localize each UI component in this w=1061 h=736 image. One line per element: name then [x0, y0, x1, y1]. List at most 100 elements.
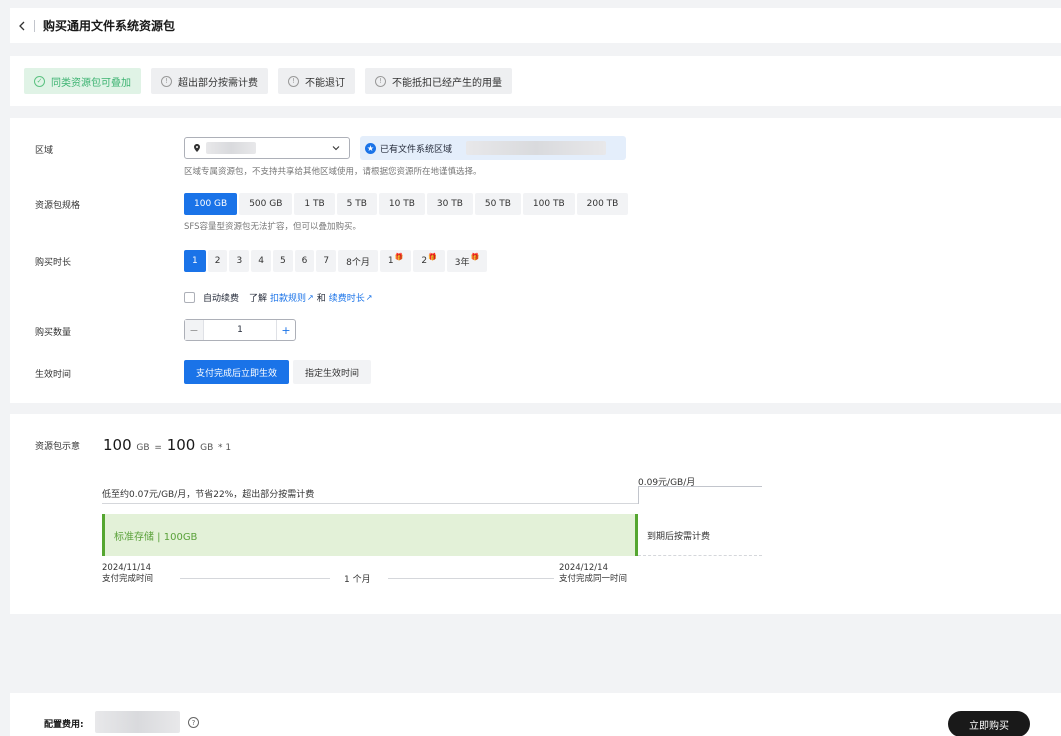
spec-option[interactable]: 500 GB [239, 193, 293, 215]
existing-region-redacted [466, 141, 607, 155]
timeline-line [388, 578, 554, 579]
spec-option[interactable]: 50 TB [474, 193, 521, 215]
tag-label: 不能退订 [305, 77, 345, 89]
region-value-redacted [206, 142, 256, 154]
info-circle-icon: ! [161, 75, 172, 87]
quantity-label: 购买数量 [35, 328, 72, 338]
duration-option[interactable]: 8个月 [338, 250, 378, 272]
duration-option-label: 3年 [454, 257, 470, 268]
spec-options: 100 GB 500 GB 1 TB 5 TB 10 TB 30 TB 50 T… [184, 193, 629, 215]
storage-bar-label: 标准存储 | 100GB [114, 531, 198, 543]
page-title: 购买通用文件系统资源包 [43, 19, 176, 33]
formula-total: 100 [103, 436, 132, 454]
duration-option-label: 2 [421, 256, 428, 266]
duration-option-year-2[interactable]: 2 🎁 [413, 250, 445, 272]
check-circle-icon: ✓ [34, 75, 45, 87]
duration-option[interactable]: 1 [184, 250, 206, 272]
price-step-line [638, 486, 639, 504]
divider [34, 19, 35, 32]
effective-options: 支付完成后立即生效 指定生效时间 [184, 360, 372, 384]
gift-icon: 🎁 [470, 253, 480, 261]
tag-no-deduct-past: ! 不能抵扣已经产生的用量 [365, 68, 512, 94]
timeline-line [180, 578, 330, 579]
storage-bar-end [635, 514, 638, 556]
thumb-up-icon: ★ [365, 142, 376, 154]
info-circle-icon: ! [375, 75, 386, 87]
region-label: 区域 [35, 146, 54, 156]
on-demand-price: 0.09元/GB/月 [638, 478, 696, 488]
renew-duration-link[interactable]: 续费时长 [329, 291, 365, 304]
tag-no-refund: ! 不能退订 [278, 68, 355, 94]
effective-specify-option[interactable]: 指定生效时间 [293, 360, 372, 384]
region-select[interactable] [184, 137, 350, 159]
formula-unit: GB [136, 443, 150, 453]
spec-option[interactable]: 30 TB [426, 193, 473, 215]
spec-option[interactable]: 10 TB [378, 193, 425, 215]
end-date: 2024/12/14 [559, 563, 608, 573]
help-icon[interactable]: ? [188, 717, 199, 728]
end-time: 2024/12/14 支付完成同一时间 [559, 563, 627, 585]
formula-eq: = [154, 443, 162, 453]
info-circle-icon: ! [288, 75, 299, 87]
capacity-formula: 100 GB = 100 GB * 1 [103, 436, 231, 454]
effective-label: 生效时间 [35, 370, 72, 380]
tag-label: 同类资源包可叠加 [51, 77, 131, 89]
increment-button[interactable]: + [277, 320, 295, 340]
diagram-label: 资源包示意 [35, 442, 81, 452]
spec-label: 资源包规格 [35, 201, 81, 211]
end-label: 支付完成同一时间 [559, 574, 628, 584]
duration-option[interactable]: 5 [272, 250, 293, 272]
tag-stackable: ✓ 同类资源包可叠加 [24, 68, 141, 94]
spec-option[interactable]: 5 TB [336, 193, 377, 215]
spec-option[interactable]: 100 TB [522, 193, 575, 215]
quantity-input[interactable]: 1 [203, 320, 277, 340]
storage-bar: 标准存储 | 100GB [102, 514, 638, 556]
external-link-icon: ↗ [307, 293, 314, 302]
quantity-stepper: − 1 + [184, 319, 296, 341]
config-fee-redacted [95, 711, 180, 733]
learn-prefix: 了解 [249, 294, 268, 304]
spec-option[interactable]: 100 GB [184, 193, 238, 215]
auto-renew-row: 自动续费 了解 扣款规则 ↗ 和 续费时长 ↗ [184, 291, 372, 304]
config-fee-label: 配置费用: [44, 720, 84, 730]
gift-icon: 🎁 [394, 253, 404, 261]
start-time: 2024/11/14 支付完成时间 [102, 563, 153, 585]
location-pin-icon [194, 144, 200, 152]
spec-hint: SFS容量型资源包无法扩容，但可以叠加购买。 [184, 222, 362, 232]
duration-option-label: 1 [387, 256, 394, 266]
tag-overflow-billing: ! 超出部分按需计费 [151, 68, 268, 94]
footer-bar: 配置费用: ? 立即购买 [10, 693, 1061, 736]
low-price-line [102, 503, 638, 504]
config-section: 区域 ★ 已有文件系统区域 区域专属资源包，不支持共享给其他区域使用，请根据您资… [10, 118, 1061, 403]
decrement-button[interactable]: − [185, 320, 203, 340]
auto-renew-checkbox[interactable] [184, 292, 195, 303]
tag-label: 不能抵扣已经产生的用量 [392, 77, 502, 89]
auto-renew-label: 自动续费 [203, 294, 240, 304]
duration-option-year-3[interactable]: 3年 🎁 [446, 250, 488, 272]
effective-immediate-option[interactable]: 支付完成后立即生效 [184, 360, 290, 384]
discount-note: 低至约0.07元/GB/月，节省22%，超出部分按需计费 [102, 490, 315, 500]
spec-option[interactable]: 1 TB [294, 193, 335, 215]
duration-option[interactable]: 6 [294, 250, 315, 272]
duration-option[interactable]: 3 [229, 250, 250, 272]
region-hint: 区域专属资源包，不支持共享给其他区域使用，请根据您资源所在地谨慎选择。 [184, 167, 482, 177]
billing-rules-link[interactable]: 扣款规则 [270, 291, 306, 304]
formula-unit: GB [200, 443, 214, 453]
buy-now-button[interactable]: 立即购买 [948, 711, 1030, 736]
spec-option[interactable]: 200 TB [576, 193, 629, 215]
duration-option[interactable]: 7 [316, 250, 337, 272]
start-label: 支付完成时间 [102, 574, 154, 584]
tag-label: 超出部分按需计费 [178, 77, 258, 89]
external-link-icon: ↗ [365, 293, 373, 302]
duration-option[interactable]: 2 [207, 250, 228, 272]
duration-option[interactable]: 4 [251, 250, 271, 272]
duration-options: 1 2 3 4 5 6 7 8个月 1 🎁 2 🎁 3年 🎁 [184, 250, 488, 272]
chevron-down-icon [331, 143, 341, 156]
after-expire-dash [638, 555, 762, 556]
duration-label: 购买时长 [35, 258, 72, 268]
and-text: 和 [316, 294, 326, 304]
feature-tags: ✓ 同类资源包可叠加 ! 超出部分按需计费 ! 不能退订 ! 不能抵扣已经产生的… [10, 56, 1061, 106]
chevron-left-icon[interactable] [16, 20, 28, 32]
existing-region-label: 已有文件系统区域 [380, 144, 453, 155]
duration-option-year-1[interactable]: 1 🎁 [379, 250, 412, 272]
